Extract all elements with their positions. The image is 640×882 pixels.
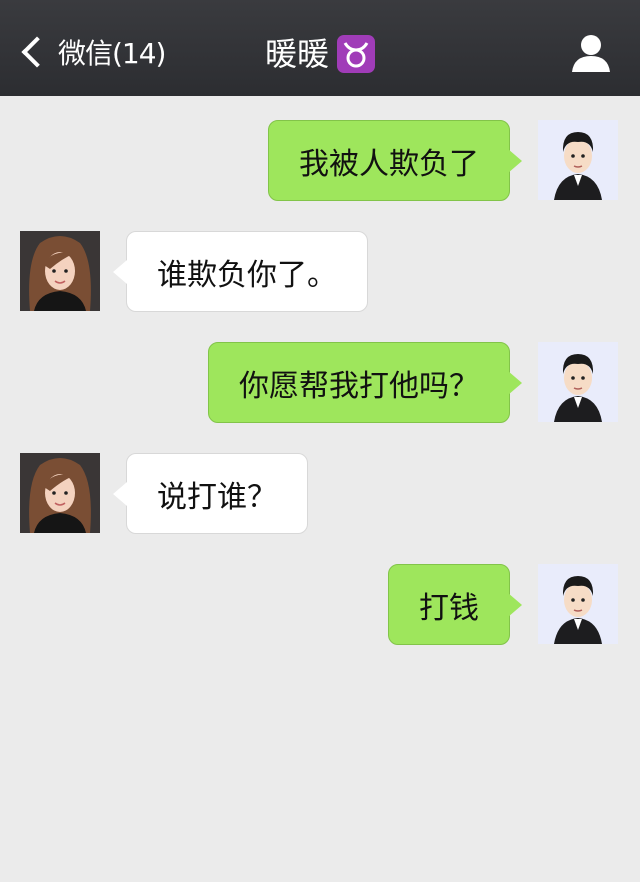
message-row: 我被人欺负了 [0,120,640,202]
message-text: 我被人欺负了 [299,146,479,182]
my-avatar[interactable] [538,564,618,644]
message-text: 谁欺负你了。 [157,257,337,293]
incoming-message-bubble[interactable]: 谁欺负你了。 [113,231,368,312]
message-row: 打钱 [0,564,640,646]
chat-header: 微信(14) 暖暖 [0,0,640,96]
taurus-zodiac-icon [337,35,375,73]
outgoing-message-bubble[interactable]: 你愿帮我打他吗？ [208,342,522,423]
outgoing-message-bubble[interactable]: 打钱 [388,564,522,645]
person-icon [572,35,610,72]
chat-title: 暖暖 [0,30,640,78]
my-avatar[interactable] [538,342,618,422]
contact-avatar[interactable] [20,231,100,311]
message-text: 说打谁？ [157,479,277,515]
contact-name: 暖暖 [264,35,329,73]
message-row: 谁欺负你了。 [0,231,640,313]
contact-avatar[interactable] [20,453,100,533]
message-row: 你愿帮我打他吗？ [0,342,640,424]
outgoing-message-bubble[interactable]: 我被人欺负了 [268,120,522,201]
my-avatar[interactable] [538,120,618,200]
incoming-message-bubble[interactable]: 说打谁？ [113,453,308,534]
message-text: 你愿帮我打他吗？ [239,368,479,404]
message-text: 打钱 [419,590,479,626]
chat-info-button[interactable] [570,32,612,74]
message-row: 说打谁？ [0,453,640,535]
